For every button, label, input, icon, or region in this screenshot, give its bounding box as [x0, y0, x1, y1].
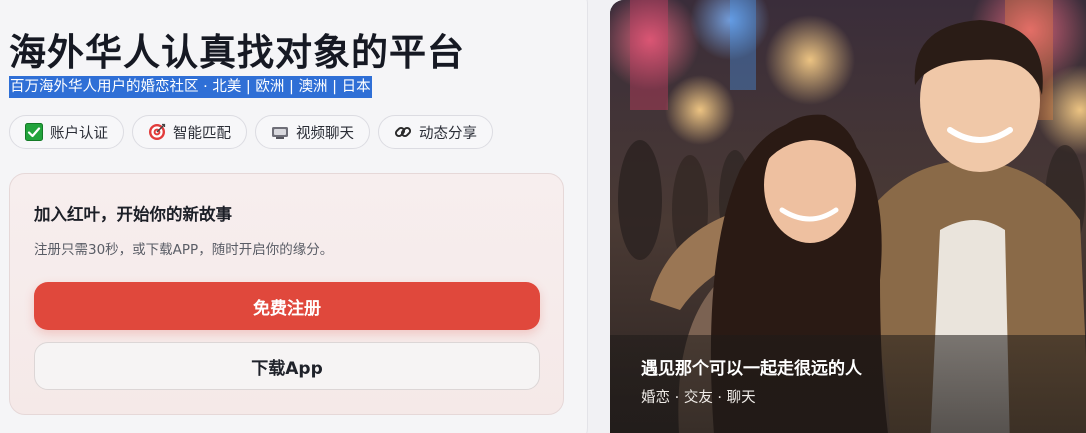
feature-chip-moments[interactable]: 动态分享 — [378, 115, 493, 149]
hero-subtitle[interactable]: 百万海外华人用户的婚恋社区 · 北美 | 欧洲 | 澳洲 | 日本 — [9, 76, 372, 98]
join-card: 加入红叶，开始你的新故事 注册只需30秒，或下载APP，随时开启你的缘分。 免费… — [9, 173, 564, 415]
feature-label: 视频聊天 — [296, 125, 354, 142]
feature-label: 动态分享 — [419, 125, 477, 142]
feature-chips: 账户认证 智能匹配 视频聊天 动态分享 — [9, 115, 493, 149]
feature-label: 账户认证 — [50, 125, 108, 142]
video-camera-icon — [271, 123, 289, 141]
feature-chip-verification[interactable]: 账户认证 — [9, 115, 124, 149]
page-title: 海外华人认真找对象的平台 — [9, 31, 465, 74]
caption-title: 遇见那个可以一起走很远的人 — [641, 359, 862, 379]
join-description: 注册只需30秒，或下载APP，随时开启你的缘分。 — [34, 242, 334, 258]
join-title: 加入红叶，开始你的新故事 — [34, 205, 232, 224]
target-icon — [148, 123, 166, 141]
photo-caption: 遇见那个可以一起走很远的人 婚恋 · 交友 · 聊天 — [610, 335, 1086, 433]
feature-chip-matching[interactable]: 智能匹配 — [132, 115, 247, 149]
feature-label: 智能匹配 — [173, 125, 231, 142]
register-button[interactable]: 免费注册 — [34, 282, 540, 330]
hero-photo: 遇见那个可以一起走很远的人 婚恋 · 交友 · 聊天 — [610, 0, 1086, 433]
caption-subtitle: 婚恋 · 交友 · 聊天 — [641, 390, 756, 406]
download-app-button[interactable]: 下载App — [34, 342, 540, 390]
link-icon — [394, 123, 412, 141]
check-box-icon — [25, 123, 43, 141]
page: 海外华人认真找对象的平台 百万海外华人用户的婚恋社区 · 北美 | 欧洲 | 澳… — [0, 0, 1086, 433]
feature-chip-video-chat[interactable]: 视频聊天 — [255, 115, 370, 149]
